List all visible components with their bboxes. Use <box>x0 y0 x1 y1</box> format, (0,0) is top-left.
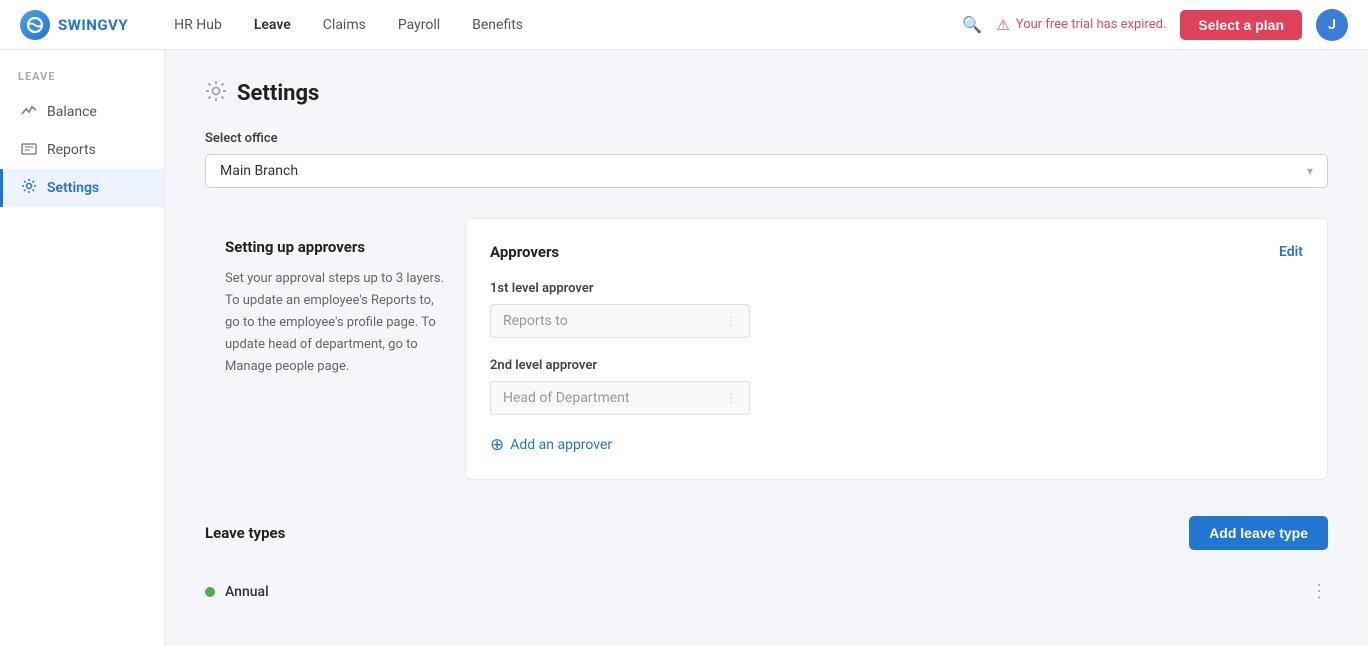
warning-icon: ⚠ <box>996 16 1009 34</box>
chevron-down-icon: ▾ <box>1307 164 1313 178</box>
sidebar-item-balance-label: Balance <box>47 104 97 120</box>
level1-value: Reports to <box>503 313 568 329</box>
page-title: Settings <box>237 81 319 106</box>
office-select-value: Main Branch <box>220 163 298 179</box>
office-select-dropdown[interactable]: Main Branch ▾ <box>205 154 1328 188</box>
setting-up-approvers-desc: Set your approval steps up to 3 layers. … <box>225 268 445 378</box>
select-plan-button[interactable]: Select a plan <box>1180 10 1302 40</box>
avatar[interactable]: J <box>1316 9 1348 41</box>
leave-types-header: Leave types Add leave type <box>205 516 1328 550</box>
page-header: Settings <box>205 80 1328 107</box>
add-leave-type-button[interactable]: Add leave type <box>1189 516 1328 550</box>
level1-dropdown[interactable]: Reports to ⋮ <box>490 304 750 338</box>
nav-right: 🔍 ⚠ Your free trial has expired. Select … <box>962 9 1348 41</box>
level2-label: 2nd level approver <box>490 358 1303 373</box>
logo-icon <box>20 10 50 40</box>
level1-chevron-icon: ⋮ <box>725 314 737 328</box>
trial-expired-text: Your free trial has expired. <box>1016 17 1167 32</box>
approvers-header: Approvers Edit <box>490 243 1303 261</box>
level2-dropdown[interactable]: Head of Department ⋮ <box>490 381 750 415</box>
edit-approvers-button[interactable]: Edit <box>1279 244 1303 260</box>
nav-claims[interactable]: Claims <box>309 11 380 39</box>
level2-value: Head of Department <box>503 390 630 406</box>
level1-label: 1st level approver <box>490 281 1303 296</box>
leave-type-info: Annual <box>205 584 269 600</box>
sidebar: LEAVE Balance Reports Settings <box>0 50 165 646</box>
approvers-title: Approvers <box>490 243 559 261</box>
trial-expired-notice: ⚠ Your free trial has expired. <box>996 16 1166 34</box>
leave-type-name-annual: Annual <box>225 584 269 600</box>
setting-up-approvers-title: Setting up approvers <box>225 238 445 256</box>
nav-leave[interactable]: Leave <box>240 11 305 39</box>
plus-circle-icon: ⊕ <box>490 435 504 455</box>
level2-approver: 2nd level approver Head of Department ⋮ <box>490 358 1303 415</box>
nav-hr-hub[interactable]: HR Hub <box>160 11 236 39</box>
leave-types-section: Leave types Add leave type Annual ⋮ <box>205 516 1328 616</box>
layout: LEAVE Balance Reports Settings Se <box>0 50 1368 646</box>
level2-chevron-icon: ⋮ <box>725 391 737 405</box>
topnav: SWINGVY HR Hub Leave Claims Payroll Bene… <box>0 0 1368 50</box>
sidebar-item-reports-label: Reports <box>47 142 96 158</box>
sidebar-item-settings-label: Settings <box>47 180 99 196</box>
logo-text: SWINGVY <box>58 16 128 34</box>
leave-type-menu-annual[interactable]: ⋮ <box>1310 581 1328 602</box>
reports-icon <box>21 140 37 160</box>
nav-items: HR Hub Leave Claims Payroll Benefits <box>160 11 962 39</box>
approvers-section: Setting up approvers Set your approval s… <box>205 218 1328 480</box>
approvers-card: Approvers Edit 1st level approver Report… <box>465 218 1328 480</box>
approvers-description: Setting up approvers Set your approval s… <box>205 218 465 480</box>
add-approver-button[interactable]: ⊕ Add an approver <box>490 435 1303 455</box>
nav-payroll[interactable]: Payroll <box>384 11 454 39</box>
logo[interactable]: SWINGVY <box>20 10 128 40</box>
nav-benefits[interactable]: Benefits <box>458 11 537 39</box>
settings-icon <box>21 178 37 198</box>
leave-dot-annual <box>205 587 215 597</box>
balance-icon <box>21 102 37 122</box>
sidebar-section-label: LEAVE <box>0 70 164 93</box>
page-header-icon <box>205 80 227 107</box>
sidebar-item-reports[interactable]: Reports <box>0 131 164 169</box>
leave-types-title: Leave types <box>205 524 285 542</box>
sidebar-item-settings[interactable]: Settings <box>0 169 164 207</box>
main-content: Settings Select office Main Branch ▾ Set… <box>165 50 1368 646</box>
office-field-label: Select office <box>205 131 1328 146</box>
level1-approver: 1st level approver Reports to ⋮ <box>490 281 1303 338</box>
sidebar-item-balance[interactable]: Balance <box>0 93 164 131</box>
office-field: Select office Main Branch ▾ <box>205 131 1328 188</box>
search-button[interactable]: 🔍 <box>962 15 982 35</box>
add-approver-label: Add an approver <box>510 437 612 453</box>
table-row: Annual ⋮ <box>205 566 1328 616</box>
